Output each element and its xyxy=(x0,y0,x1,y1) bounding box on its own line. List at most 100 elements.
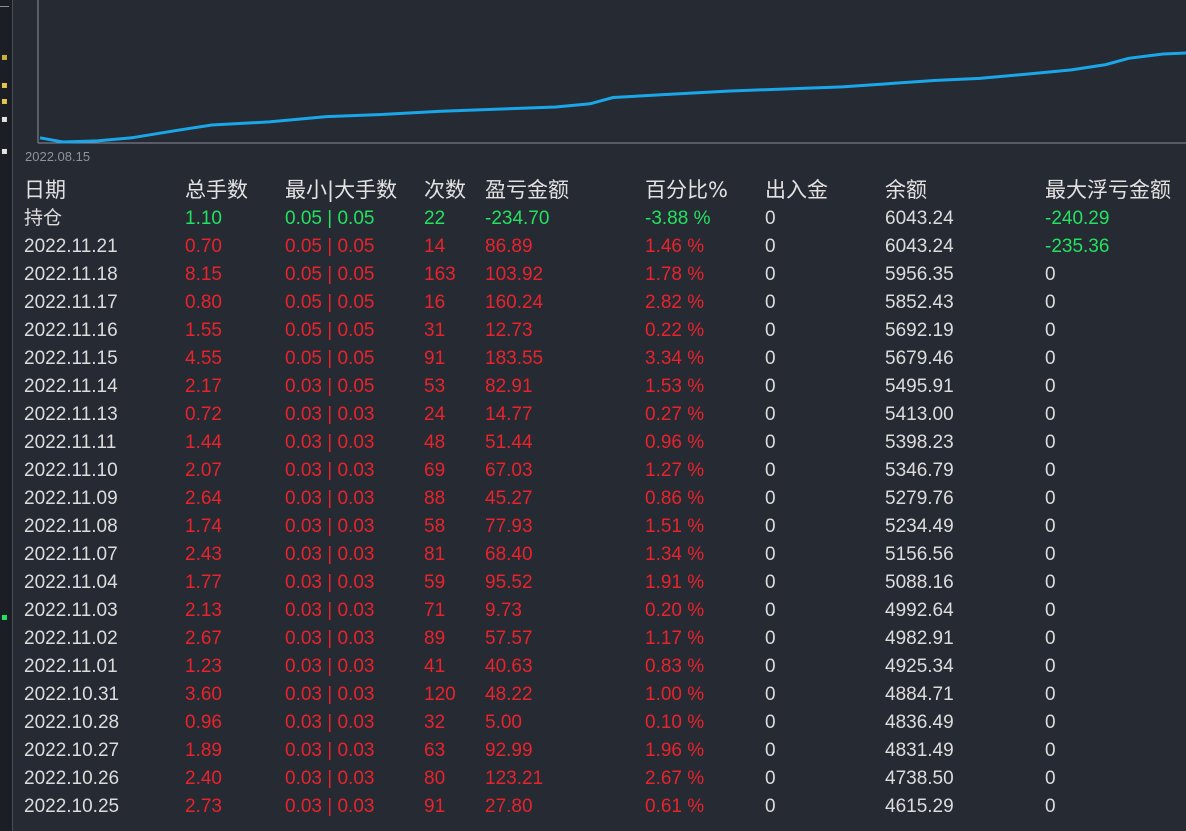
row-balance: 6043.24 xyxy=(885,208,954,229)
history-table: 日期 总手数 最小|大手数 次数 盈亏金额 百分比% 出入金 余额 最大浮亏金额… xyxy=(0,175,1186,821)
row-percent: 1.78 % xyxy=(645,264,705,285)
table-row[interactable]: 2022.11.01 1.23 0.03 | 0.03 41 40.63 0.83 % 0 4… xyxy=(0,653,1186,681)
row-percent: -3.88 % xyxy=(645,208,711,229)
table-row[interactable]: 2022.10.26 2.40 0.03 | 0.03 80 123.21 2.67 % 0… xyxy=(0,765,1186,793)
row-date: 持仓 xyxy=(24,208,63,229)
row-count: 31 xyxy=(424,320,446,341)
row-pnl: 183.55 xyxy=(485,348,544,369)
row-min-max-lots: 0.05 | 0.05 xyxy=(285,264,375,285)
row-date: 2022.11.04 xyxy=(24,572,118,593)
row-min-max-lots: 0.05 | 0.05 xyxy=(285,292,375,313)
row-min-max-lots: 0.03 | 0.03 xyxy=(285,516,375,537)
row-max-floating-loss: -240.29 xyxy=(1045,208,1110,229)
row-deposit-withdraw: 0 xyxy=(765,600,776,621)
row-pnl: 14.77 xyxy=(485,404,533,425)
row-min-max-lots: 0.03 | 0.03 xyxy=(285,572,375,593)
row-total-lots: 1.23 xyxy=(185,656,222,677)
row-percent: 1.96 % xyxy=(645,740,705,761)
row-percent: 0.86 % xyxy=(645,488,705,509)
row-count: 53 xyxy=(424,376,446,397)
table-row[interactable]: 2022.11.13 0.72 0.03 | 0.03 24 14.77 0.27 % 0 5… xyxy=(0,401,1186,429)
table-row[interactable]: 2022.11.02 2.67 0.03 | 0.03 89 57.57 1.17 % 0 4… xyxy=(0,625,1186,653)
row-deposit-withdraw: 0 xyxy=(765,488,776,509)
equity-curve-line xyxy=(39,51,1186,144)
row-deposit-withdraw: 0 xyxy=(765,712,776,733)
row-min-max-lots: 0.03 | 0.05 xyxy=(285,376,375,397)
row-date: 2022.11.17 xyxy=(24,292,118,313)
row-pnl: 77.93 xyxy=(485,516,533,537)
table-row[interactable]: 持仓 1.10 0.05 | 0.05 22 -234.70 -3.88 % 0 6043.2… xyxy=(0,205,1186,233)
row-pnl: 5.00 xyxy=(485,712,522,733)
row-balance: 5234.49 xyxy=(885,516,954,537)
table-row[interactable]: 2022.11.07 2.43 0.03 | 0.03 81 68.40 1.34 % 0 5… xyxy=(0,541,1186,569)
header-count[interactable]: 次数 xyxy=(424,175,466,205)
table-row[interactable]: 2022.11.03 2.13 0.03 | 0.03 71 9.73 0.20 % 0 49… xyxy=(0,597,1186,625)
row-total-lots: 2.13 xyxy=(185,600,222,621)
header-date[interactable]: 日期 xyxy=(24,175,66,205)
table-row[interactable]: 2022.11.15 4.55 0.05 | 0.05 91 183.55 3.34 % 0… xyxy=(0,345,1186,373)
row-percent: 0.22 % xyxy=(645,320,705,341)
row-percent: 1.46 % xyxy=(645,236,705,257)
row-percent: 0.20 % xyxy=(645,600,705,621)
row-max-floating-loss: 0 xyxy=(1045,796,1056,817)
row-date: 2022.11.21 xyxy=(24,236,118,257)
row-pnl: 86.89 xyxy=(485,236,533,257)
table-row[interactable]: 2022.10.27 1.89 0.03 | 0.03 63 92.99 1.96 % 0 4… xyxy=(0,737,1186,765)
header-total-lots[interactable]: 总手数 xyxy=(185,175,248,205)
table-row[interactable]: 2022.11.09 2.64 0.03 | 0.03 88 45.27 0.86 % 0 5… xyxy=(0,485,1186,513)
row-balance: 5956.35 xyxy=(885,264,954,285)
table-row[interactable]: 2022.11.04 1.77 0.03 | 0.03 59 95.52 1.91 % 0 5… xyxy=(0,569,1186,597)
chart-start-date: 2022.08.15 xyxy=(25,149,91,164)
row-min-max-lots: 0.03 | 0.03 xyxy=(285,432,375,453)
row-min-max-lots: 0.03 | 0.03 xyxy=(285,544,375,565)
row-pnl: 92.99 xyxy=(485,740,533,761)
row-pnl: 27.80 xyxy=(485,796,533,817)
row-min-max-lots: 0.03 | 0.03 xyxy=(285,488,375,509)
table-row[interactable]: 2022.11.17 0.80 0.05 | 0.05 16 160.24 2.82 % 0… xyxy=(0,289,1186,317)
row-min-max-lots: 0.03 | 0.03 xyxy=(285,740,375,761)
row-percent: 0.83 % xyxy=(645,656,705,677)
table-row[interactable]: 2022.11.10 2.07 0.03 | 0.03 69 67.03 1.27 % 0 5… xyxy=(0,457,1186,485)
header-percent[interactable]: 百分比% xyxy=(645,175,728,205)
table-row[interactable]: 2022.10.25 2.73 0.03 | 0.03 91 27.80 0.61 % 0 4… xyxy=(0,793,1186,821)
header-max-floating-loss[interactable]: 最大浮亏金额 xyxy=(1045,175,1171,205)
row-total-lots: 1.55 xyxy=(185,320,222,341)
table-row[interactable]: 2022.11.21 0.70 0.05 | 0.05 14 86.89 1.46 % 0 6… xyxy=(0,233,1186,261)
row-deposit-withdraw: 0 xyxy=(765,740,776,761)
table-row[interactable]: 2022.10.28 0.96 0.03 | 0.03 32 5.00 0.10 % 0 48… xyxy=(0,709,1186,737)
table-row[interactable]: 2022.11.08 1.74 0.03 | 0.03 58 77.93 1.51 % 0 5… xyxy=(0,513,1186,541)
row-min-max-lots: 0.03 | 0.03 xyxy=(285,628,375,649)
header-deposit-withdraw[interactable]: 出入金 xyxy=(765,175,828,205)
row-date: 2022.11.14 xyxy=(24,376,118,397)
table-row[interactable]: 2022.11.18 8.15 0.05 | 0.05 163 103.92 1.78 %… xyxy=(0,261,1186,289)
row-balance: 4836.49 xyxy=(885,712,954,733)
row-deposit-withdraw: 0 xyxy=(765,236,776,257)
table-row[interactable]: 2022.11.14 2.17 0.03 | 0.05 53 82.91 1.53 % 0 5… xyxy=(0,373,1186,401)
row-count: 80 xyxy=(424,768,446,789)
row-deposit-withdraw: 0 xyxy=(765,768,776,789)
row-date: 2022.10.25 xyxy=(24,796,120,817)
header-min-max-lots[interactable]: 最小|大手数 xyxy=(285,175,397,205)
row-date: 2022.11.07 xyxy=(24,544,118,565)
row-max-floating-loss: 0 xyxy=(1045,292,1056,313)
row-deposit-withdraw: 0 xyxy=(765,460,776,481)
row-count: 71 xyxy=(424,600,446,621)
row-pnl: 51.44 xyxy=(485,432,533,453)
row-max-floating-loss: -235.36 xyxy=(1045,236,1110,257)
row-max-floating-loss: 0 xyxy=(1045,628,1056,649)
row-deposit-withdraw: 0 xyxy=(765,544,776,565)
row-date: 2022.11.08 xyxy=(24,516,118,537)
row-max-floating-loss: 0 xyxy=(1045,264,1056,285)
row-max-floating-loss: 0 xyxy=(1045,320,1056,341)
row-total-lots: 2.40 xyxy=(185,768,222,789)
header-pnl[interactable]: 盈亏金额 xyxy=(485,175,569,205)
table-row[interactable]: 2022.10.31 3.60 0.03 | 0.03 120 48.22 1.00 % 0… xyxy=(0,681,1186,709)
header-balance[interactable]: 余额 xyxy=(885,175,927,205)
row-min-max-lots: 0.05 | 0.05 xyxy=(285,320,375,341)
table-row[interactable]: 2022.11.11 1.44 0.03 | 0.03 48 51.44 0.96 % 0 5… xyxy=(0,429,1186,457)
row-pnl: 123.21 xyxy=(485,768,544,789)
table-header: 日期 总手数 最小|大手数 次数 盈亏金额 百分比% 出入金 余额 最大浮亏金额 xyxy=(0,175,1186,205)
row-percent: 1.91 % xyxy=(645,572,705,593)
row-percent: 0.10 % xyxy=(645,712,705,733)
table-row[interactable]: 2022.11.16 1.55 0.05 | 0.05 31 12.73 0.22 % 0 5… xyxy=(0,317,1186,345)
